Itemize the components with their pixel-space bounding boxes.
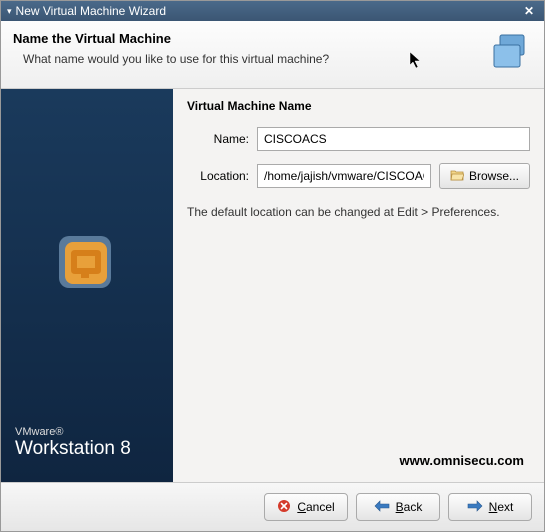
- arrow-left-icon: [374, 500, 390, 515]
- header-text: Name the Virtual Machine What name would…: [13, 31, 329, 66]
- footer: Cancel Back Next: [1, 482, 544, 531]
- next-label: Next: [489, 500, 514, 514]
- cancel-label: Cancel: [297, 500, 334, 514]
- sidebar: VMware® Workstation 8: [1, 89, 173, 482]
- watermark: www.omnisecu.com: [187, 451, 530, 472]
- next-button[interactable]: Next: [448, 493, 532, 521]
- main-panel: Virtual Machine Name Name: Location: Bro…: [173, 89, 544, 482]
- location-input[interactable]: [257, 164, 431, 188]
- product-label: Workstation 8: [15, 438, 159, 460]
- section-title: Virtual Machine Name: [187, 99, 530, 113]
- cancel-button[interactable]: Cancel: [264, 493, 348, 521]
- location-row: Location: Browse...: [187, 163, 530, 189]
- location-label: Location:: [187, 169, 257, 183]
- cancel-icon: [277, 499, 291, 516]
- hint-text: The default location can be changed at E…: [187, 205, 530, 219]
- cursor-icon: [409, 51, 423, 72]
- sidebar-branding: VMware® Workstation 8: [1, 426, 173, 470]
- name-label: Name:: [187, 132, 257, 146]
- arrow-right-icon: [467, 500, 483, 515]
- header-subheading: What name would you like to use for this…: [13, 52, 329, 66]
- back-label: Back: [396, 500, 423, 514]
- wizard-window: ▾ New Virtual Machine Wizard ✕ Name the …: [0, 0, 545, 532]
- vm-stack-icon: [488, 31, 530, 76]
- name-row: Name:: [187, 127, 530, 151]
- header: Name the Virtual Machine What name would…: [1, 21, 544, 89]
- window-menu-icon[interactable]: ▾: [7, 6, 12, 17]
- titlebar-left: ▾ New Virtual Machine Wizard: [7, 4, 166, 18]
- name-input[interactable]: [257, 127, 530, 151]
- browse-button[interactable]: Browse...: [439, 163, 530, 189]
- browse-label: Browse...: [469, 169, 519, 183]
- brand-label: VMware®: [15, 426, 159, 438]
- folder-icon: [450, 169, 464, 184]
- header-heading: Name the Virtual Machine: [13, 31, 329, 46]
- window-title: New Virtual Machine Wizard: [16, 4, 167, 18]
- back-button[interactable]: Back: [356, 493, 440, 521]
- vmware-logo-icon: [1, 101, 173, 426]
- content: VMware® Workstation 8 Virtual Machine Na…: [1, 89, 544, 482]
- titlebar: ▾ New Virtual Machine Wizard ✕: [1, 1, 544, 21]
- close-icon[interactable]: ✕: [520, 4, 538, 18]
